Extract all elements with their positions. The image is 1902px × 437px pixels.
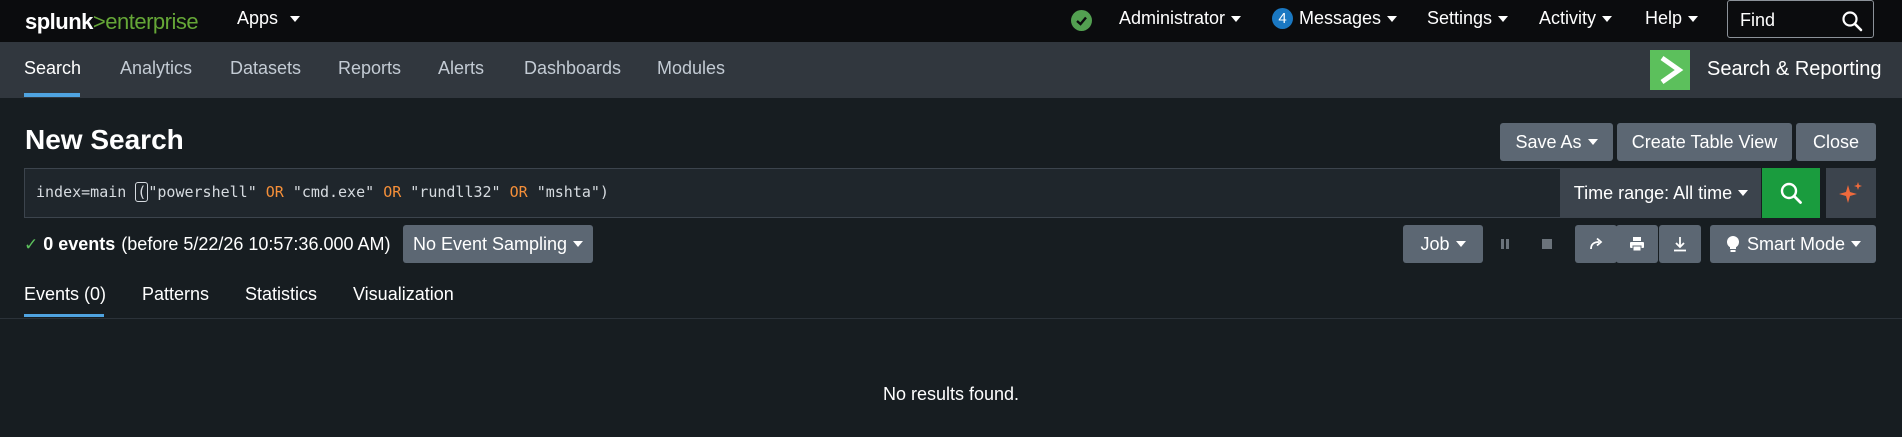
tab-alerts[interactable]: Alerts xyxy=(438,58,484,79)
search-query-text[interactable]: index=main ("powershell" OR "cmd.exe" OR… xyxy=(36,182,609,202)
check-icon: ✓ xyxy=(24,234,39,254)
chevron-down-icon xyxy=(1455,241,1466,247)
search-timestamp: (before 5/22/26 10:57:36.000 AM) xyxy=(121,234,391,254)
search-icon[interactable] xyxy=(1841,10,1863,32)
tab-patterns[interactable]: Patterns xyxy=(142,284,209,305)
print-button[interactable] xyxy=(1616,225,1658,263)
help-menu[interactable]: Help xyxy=(1645,8,1699,29)
find-placeholder: Find xyxy=(1740,10,1776,30)
event-sampling-label: No Event Sampling xyxy=(412,233,568,254)
query-keyword: OR xyxy=(509,183,528,201)
tab-dashboards[interactable]: Dashboards xyxy=(524,58,621,79)
tab-analytics[interactable]: Analytics xyxy=(120,58,192,79)
lightbulb-icon xyxy=(1726,236,1739,252)
save-as-button[interactable]: Save As xyxy=(1500,123,1613,161)
create-table-view-button[interactable]: Create Table View xyxy=(1617,123,1792,161)
pause-icon xyxy=(1501,239,1509,249)
active-tab-indicator xyxy=(24,93,80,97)
search-query-input[interactable]: index=main ("powershell" OR "cmd.exe" OR… xyxy=(24,168,1561,218)
time-range-picker[interactable]: Time range: All time xyxy=(1561,168,1761,218)
chevron-down-icon xyxy=(1602,15,1613,22)
tab-reports[interactable]: Reports xyxy=(338,58,401,79)
ai-assistant-button[interactable] xyxy=(1826,168,1876,218)
tab-search[interactable]: Search xyxy=(24,58,81,79)
tab-visualization[interactable]: Visualization xyxy=(353,284,454,305)
stop-button[interactable] xyxy=(1528,225,1566,263)
close-button[interactable]: Close xyxy=(1796,123,1876,161)
query-part: "rundll32" xyxy=(401,183,510,201)
export-button[interactable] xyxy=(1659,225,1701,263)
search-status: ✓ 0 events (before 5/22/26 10:57:36.000 … xyxy=(24,234,391,255)
user-label: Administrator xyxy=(1119,8,1226,28)
app-name[interactable]: Search & Reporting xyxy=(1707,58,1882,81)
page-title: New Search xyxy=(25,124,184,155)
settings-menu[interactable]: Settings xyxy=(1427,8,1509,29)
query-part: "powershell" xyxy=(148,183,266,201)
chevron-down-icon xyxy=(573,241,584,247)
apps-menu[interactable]: Apps xyxy=(237,8,301,29)
job-menu-button[interactable]: Job xyxy=(1403,225,1483,263)
query-part: "mshta") xyxy=(527,183,609,201)
chevron-down-icon xyxy=(1387,15,1398,22)
event-sampling-dropdown[interactable]: No Event Sampling xyxy=(403,225,593,263)
share-icon xyxy=(1590,237,1603,250)
search-icon xyxy=(1780,182,1802,204)
print-icon xyxy=(1630,237,1644,252)
query-part: "cmd.exe" xyxy=(283,183,384,201)
run-search-button[interactable] xyxy=(1762,168,1820,218)
event-count: 0 events xyxy=(43,234,116,254)
health-status-icon[interactable] xyxy=(1071,10,1092,31)
tab-datasets[interactable]: Datasets xyxy=(230,58,301,79)
active-tab-indicator xyxy=(24,314,104,317)
app-navigation-bar: Search Analytics Datasets Reports Alerts… xyxy=(0,42,1902,98)
empty-results-message: No results found. xyxy=(882,384,1020,404)
settings-label: Settings xyxy=(1427,8,1493,28)
query-part: index=main xyxy=(36,183,136,201)
query-keyword: OR xyxy=(265,183,284,201)
search-reporting-app-icon[interactable] xyxy=(1650,50,1690,90)
chevron-down-icon xyxy=(1587,139,1598,145)
query-keyword: OR xyxy=(383,183,402,201)
download-icon xyxy=(1674,237,1686,252)
share-button[interactable] xyxy=(1575,225,1617,263)
chevron-down-icon xyxy=(1688,15,1699,22)
messages-count-badge: 4 xyxy=(1272,8,1293,29)
find-input[interactable]: Find xyxy=(1727,0,1874,38)
messages-label: Messages xyxy=(1299,8,1382,28)
job-label: Job xyxy=(1420,233,1450,254)
divider xyxy=(0,318,1902,319)
time-range-label: Time range: All time xyxy=(1573,182,1733,203)
query-paren: ( xyxy=(135,182,149,202)
apps-label: Apps xyxy=(237,8,279,28)
user-menu[interactable]: Administrator xyxy=(1119,8,1242,29)
chevron-down-icon xyxy=(1738,190,1749,196)
top-navigation-bar: splunk>enterprise Apps Administrator 4 M… xyxy=(0,0,1902,42)
tab-events[interactable]: Events (0) xyxy=(24,284,106,305)
stop-icon xyxy=(1542,239,1552,249)
pause-button[interactable] xyxy=(1486,225,1524,263)
activity-menu[interactable]: Activity xyxy=(1539,8,1613,29)
search-mode-dropdown[interactable]: Smart Mode xyxy=(1710,225,1876,263)
splunk-logo[interactable]: splunk>enterprise xyxy=(25,9,199,35)
chevron-down-icon xyxy=(1231,15,1242,22)
help-label: Help xyxy=(1645,8,1683,28)
chevron-down-icon xyxy=(1498,15,1509,22)
logo-enterprise-text: >enterprise xyxy=(92,9,199,34)
sparkle-icon xyxy=(1839,182,1862,203)
logo-splunk-text: splunk xyxy=(25,9,93,34)
chevron-down-icon xyxy=(290,15,301,22)
messages-menu[interactable]: 4 Messages xyxy=(1272,8,1398,29)
tab-statistics[interactable]: Statistics xyxy=(245,284,317,305)
chevron-down-icon xyxy=(1851,241,1862,247)
search-mode-label: Smart Mode xyxy=(1746,233,1846,254)
tab-modules[interactable]: Modules xyxy=(657,58,725,79)
save-as-label: Save As xyxy=(1515,131,1582,152)
activity-label: Activity xyxy=(1539,8,1597,28)
